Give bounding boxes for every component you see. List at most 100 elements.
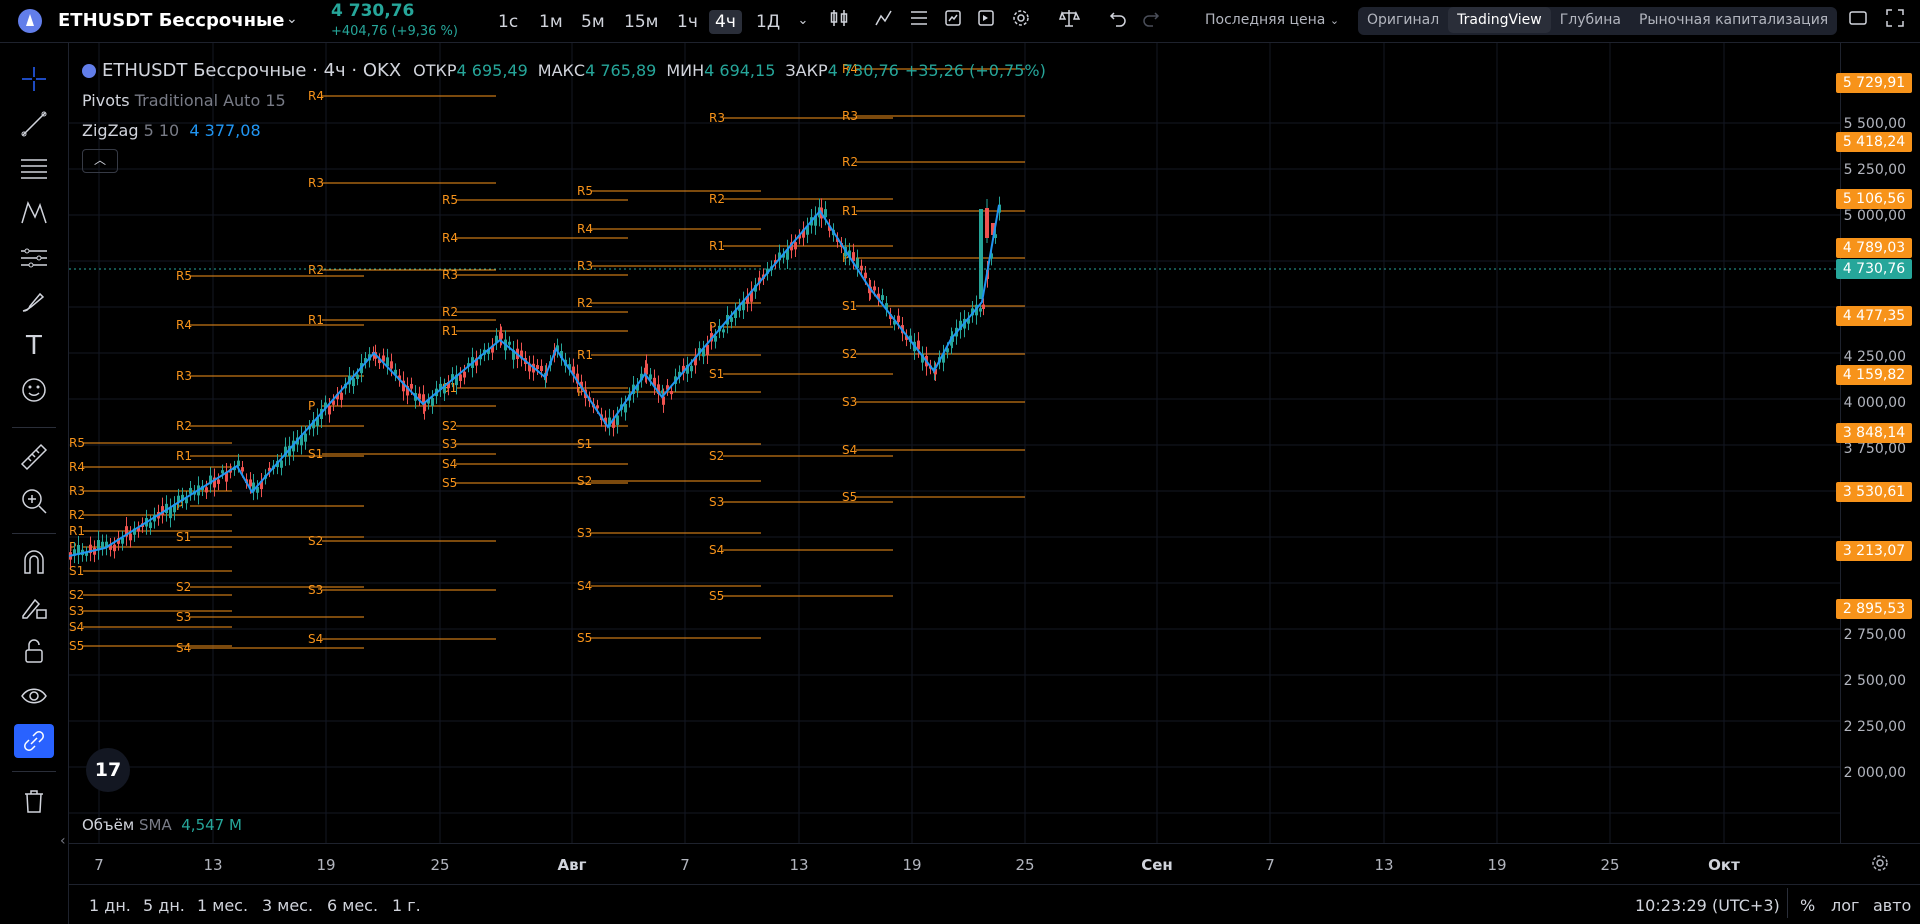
pivot-r2-label: R2 [709,192,725,206]
pivots-legend[interactable]: Pivots Traditional Auto 15 [82,91,286,110]
timeframe-4h[interactable]: 4ч [709,10,742,34]
zigzag-legend[interactable]: ZigZag 5 10 4 377,08 [82,121,261,140]
range-5d[interactable]: 5 дн. [143,896,185,915]
low-value: 4 694,15 [704,61,776,80]
brush-icon[interactable] [14,285,54,319]
alert-icon[interactable] [940,8,966,34]
pivot-s2-label: S2 [308,534,323,548]
timeframe-1m[interactable]: 1м [533,10,569,34]
candle-body [979,209,983,299]
bottom-divider [1787,888,1788,918]
prediction-icon[interactable] [14,241,54,275]
trash-icon[interactable] [14,784,54,818]
tradingview-logo[interactable]: 17 [86,748,130,792]
compare-scales-icon[interactable] [1056,8,1082,34]
pivot-s1-label: S1 [176,530,191,544]
pivot-r1-label: R1 [842,204,858,218]
candle-body [508,341,511,345]
undo-icon[interactable] [1105,8,1131,34]
link-icon[interactable] [14,724,54,758]
indicators-icon[interactable] [871,8,897,34]
fib-retracement-icon[interactable] [14,152,54,186]
price-source-select[interactable]: Последняя цена ⌄ [1205,12,1339,28]
range-1y[interactable]: 1 г. [392,896,421,915]
timeframe-15m[interactable]: 15м [618,10,664,34]
pivot-s3-label: S3 [842,395,857,409]
chart-type-marketcap[interactable]: Рыночная капитализация [1630,7,1837,33]
replay-icon[interactable] [973,8,999,34]
window-icon[interactable] [1845,8,1871,34]
ethereum-logo-icon [18,9,42,33]
fullscreen-icon[interactable] [1882,8,1908,34]
unlock-icon[interactable] [14,634,54,668]
volume-legend[interactable]: Объём SMA 4,547 M [82,816,242,834]
collapse-toolbar-icon[interactable]: ‹ [60,833,66,849]
chart-legend: ETHUSDT Бессрочные · 4ч · OKX ОТКР 4 695,… [82,60,1046,81]
candle-body [897,315,900,323]
pivot-r4-label: R4 [176,318,192,332]
timeframe-1s[interactable]: 1с [492,10,524,34]
time-label: Окт [1708,856,1740,874]
pivot-price-tag: 3 530,61 [1836,482,1912,502]
redo-icon[interactable] [1138,8,1164,34]
candle-body [824,209,827,218]
pivot-s3-label: S3 [176,610,191,624]
time-label: 25 [1600,856,1620,874]
timeframe-5m[interactable]: 5м [575,10,611,34]
pivot-r4-label: R4 [69,460,85,474]
chart-type-depth[interactable]: Глубина [1551,7,1630,33]
timeframe-1h[interactable]: 1ч [671,10,704,34]
log-toggle[interactable]: лог [1831,896,1859,915]
axis-settings-icon[interactable] [1870,853,1890,877]
pivot-s3-label: S3 [69,604,84,618]
ruler-icon[interactable] [14,440,54,474]
eye-icon[interactable] [14,679,54,713]
timeframe-dropdown-icon[interactable]: ⌄ [790,8,816,34]
time-label: 25 [1015,856,1035,874]
pivot-s2-label: S2 [442,419,457,433]
templates-icon[interactable] [906,8,932,34]
legend-change: +35,26 (+0,75%) [904,61,1046,80]
zoom-in-icon[interactable] [14,484,54,518]
pivot-s4-label: S4 [577,579,592,593]
text-icon[interactable]: T [14,329,54,363]
timeframe-1d[interactable]: 1Д [750,10,786,34]
zigzag-params: 5 10 [143,121,180,140]
price-label: 2 750,00 [1843,627,1906,643]
price-chart[interactable]: R5R4R3R2R1PS1S2S3S4S5R5R4R3R2R1PS1S2S3S4… [69,43,1840,843]
timezone-clock[interactable]: 10:23:29 (UTC+3) [1635,896,1780,915]
pattern-icon[interactable] [14,196,54,230]
symbol-name[interactable]: ETHUSDT Бессрочные [58,10,285,31]
trend-line-icon[interactable] [14,107,54,141]
pivot-s4-label: S4 [308,632,323,646]
chart-type-switch: Оригинал TradingView Глубина Рыночная капит… [1358,7,1838,35]
range-1d[interactable]: 1 дн. [89,896,131,915]
auto-toggle[interactable]: авто [1873,896,1911,915]
chart-type-original[interactable]: Оригинал [1358,7,1448,33]
magnet-icon[interactable] [14,545,54,579]
range-1m[interactable]: 1 мес. [197,896,248,915]
chart-type-tradingview[interactable]: TradingView [1448,7,1551,33]
candle-body [864,272,867,279]
lock-drawings-icon[interactable] [14,590,54,624]
candle-body [280,460,283,468]
candle-body [670,391,673,395]
candles-icon[interactable] [826,8,852,34]
gear-icon[interactable] [1008,8,1034,34]
pivot-s1-label: S1 [69,564,84,578]
collapse-legend-button[interactable]: ︿ [82,149,118,173]
price-label: 4 000,00 [1843,395,1906,411]
range-3m[interactable]: 3 мес. [262,896,313,915]
candle-body [340,392,343,400]
range-6m[interactable]: 6 мес. [327,896,378,915]
emoji-icon[interactable] [14,373,54,407]
pivot-price-tag: 5 418,24 [1836,132,1912,152]
percent-toggle[interactable]: % [1800,896,1815,915]
pivot-r4-label: R4 [442,231,458,245]
candle-body [794,242,797,250]
pivot-s4-label: S4 [442,457,457,471]
open-value: 4 695,49 [456,61,528,80]
candle-body [304,433,307,442]
chevron-down-icon[interactable]: ⌄ [286,11,298,27]
crosshair-icon[interactable] [14,62,54,96]
